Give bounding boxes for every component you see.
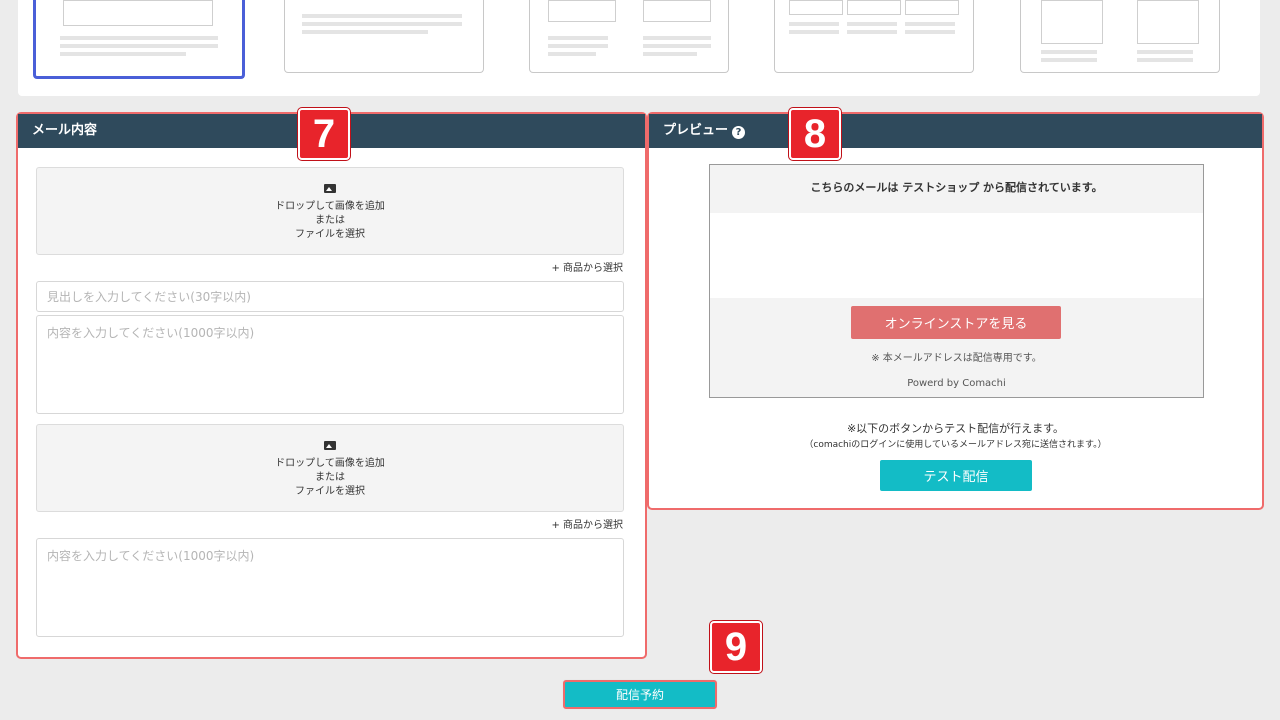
template-thumb-image (789, 0, 843, 15)
template-thumb-line (60, 36, 218, 40)
image-icon (324, 441, 336, 450)
template-option-3[interactable] (529, 0, 729, 73)
email-preview: こちらのメールは テストショップ から配信されています。 オンラインストアを見る… (709, 164, 1204, 398)
template-thumb-line (60, 44, 218, 48)
template-thumb-line (905, 30, 955, 34)
template-thumb-line (302, 22, 462, 26)
template-thumb-line (905, 22, 955, 26)
image-drop-zone-1[interactable]: ドロップして画像を追加 または ファイルを選択 (36, 167, 624, 255)
mail-content-panel: メール内容 ドロップして画像を追加 または ファイルを選択 + 商品から選択 ド… (16, 112, 647, 659)
template-thumb-line (1041, 50, 1097, 54)
template-option-5[interactable] (1020, 0, 1220, 73)
template-thumb-image (548, 0, 616, 22)
template-thumb-line (60, 52, 186, 56)
preview-footer: オンラインストアを見る ※ 本メールアドレスは配信専用です。 Powerd by… (710, 298, 1203, 397)
template-thumb-line (1041, 58, 1097, 62)
template-thumb-image (905, 0, 959, 15)
template-thumb-line (789, 22, 839, 26)
select-file-link[interactable]: ファイルを選択 (295, 229, 365, 240)
preview-title: プレビュー (663, 123, 729, 138)
body-textarea-1[interactable] (36, 315, 624, 414)
step-badge-9: 9 (710, 621, 762, 673)
template-selector (18, 0, 1260, 96)
template-thumb-line (789, 30, 839, 34)
template-thumb-image (1137, 0, 1199, 44)
step-badge-7: 7 (298, 108, 350, 160)
schedule-send-button[interactable]: 配信予約 (563, 680, 717, 709)
powered-by-text: Powerd by Comachi (907, 378, 1006, 389)
image-drop-zone-2[interactable]: ドロップして画像を追加 または ファイルを選択 (36, 424, 624, 512)
template-thumb-line (847, 22, 897, 26)
template-thumb-line (643, 44, 711, 48)
preview-body (710, 213, 1203, 298)
select-product-link-2[interactable]: + 商品から選択 (551, 516, 623, 531)
template-thumb-line (548, 44, 608, 48)
template-thumb-line (1137, 50, 1193, 54)
image-icon (324, 184, 336, 193)
preview-sender-text: こちらのメールは テストショップ から配信されています。 (710, 165, 1203, 213)
body-textarea-2[interactable] (36, 538, 624, 637)
drop-zone-text: ドロップして画像を追加 (275, 458, 385, 469)
template-thumb-line (847, 30, 897, 34)
template-thumb-line (548, 36, 608, 40)
template-thumb-line (302, 30, 428, 34)
template-option-2[interactable] (284, 0, 484, 73)
template-thumb-image (643, 0, 711, 22)
drop-zone-or: または (315, 472, 345, 483)
drop-zone-text: ドロップして画像を追加 (275, 201, 385, 212)
online-store-button[interactable]: オンラインストアを見る (851, 306, 1061, 339)
test-send-note: ※以下のボタンからテスト配信が行えます。 (846, 422, 1065, 435)
template-option-1[interactable] (33, 0, 245, 79)
select-file-link[interactable]: ファイルを選択 (295, 486, 365, 497)
template-thumb-image (63, 0, 213, 26)
template-thumb-image (847, 0, 901, 15)
template-option-4[interactable] (774, 0, 974, 73)
template-thumb-image (1041, 0, 1103, 44)
template-thumb-line (643, 52, 697, 56)
select-product-link-1[interactable]: + 商品から選択 (551, 259, 623, 274)
preview-panel: プレビュー? こちらのメールは テストショップ から配信されています。 オンライ… (647, 112, 1264, 510)
heading-input[interactable] (36, 281, 624, 312)
help-icon[interactable]: ? (732, 126, 746, 139)
step-badge-8: 8 (789, 108, 841, 160)
send-only-note: ※ 本メールアドレスは配信専用です。 (871, 353, 1042, 364)
test-send-button[interactable]: テスト配信 (880, 460, 1032, 491)
template-thumb-line (1137, 58, 1193, 62)
template-thumb-line (548, 52, 596, 56)
preview-header: プレビュー? (649, 114, 1262, 148)
template-thumb-line (302, 14, 462, 18)
test-send-subnote: （comachiのログインに使用しているメールアドレス宛に送信されます。） (804, 440, 1107, 450)
drop-zone-or: または (315, 215, 345, 226)
template-thumb-line (643, 36, 711, 40)
